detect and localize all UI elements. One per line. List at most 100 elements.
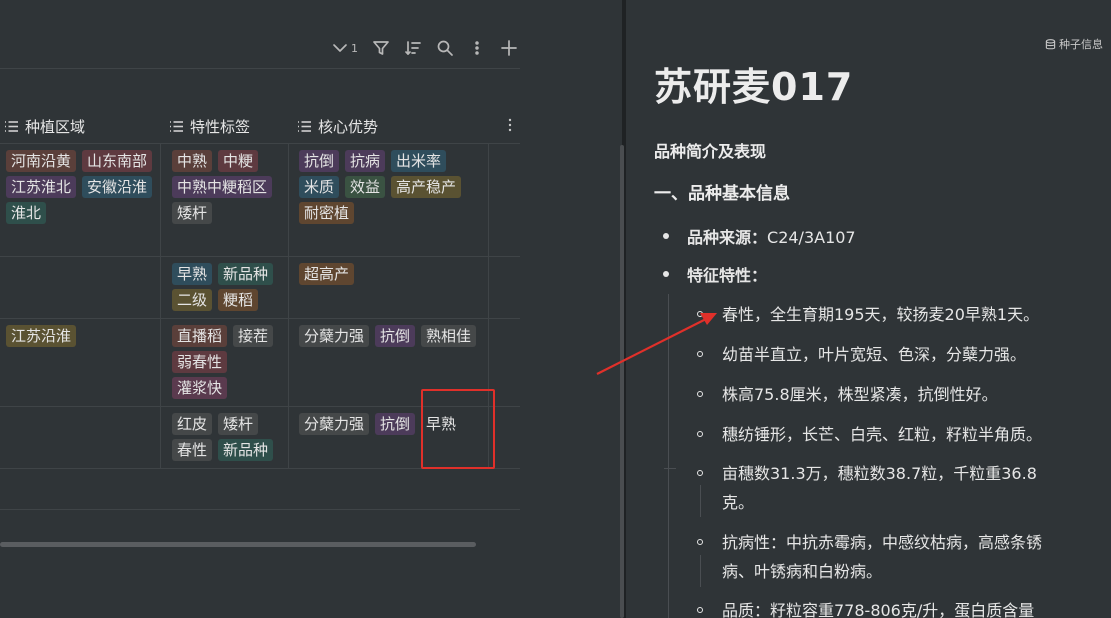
tag-chip: 直播稻 bbox=[172, 325, 228, 347]
tag-chip: 淮北 bbox=[6, 202, 47, 224]
seed-info-label: 种子信息 bbox=[1059, 38, 1103, 51]
tag-chip: 中熟 bbox=[172, 150, 213, 172]
tags-cell[interactable]: 直播稻 接茬 弱春性 灌浆快 bbox=[172, 325, 284, 399]
vertical-scrollbar[interactable] bbox=[620, 145, 624, 618]
column-label: 核心优势 bbox=[318, 117, 379, 136]
seed-info-button[interactable]: 种子信息 bbox=[1045, 36, 1103, 52]
table-footer-divider bbox=[0, 509, 520, 510]
tag-chip: 效益 bbox=[345, 176, 386, 198]
trait-line: 亩穗数31.3万，穗粒数38.7粒，千粒重36.8 bbox=[722, 464, 1037, 483]
trait-item: 春性，全生育期195天，较扬麦20早熟1天。 bbox=[722, 300, 1102, 329]
trait-line: 穗纺锤形，长芒、白壳、红粒，籽粒半角质。 bbox=[722, 425, 1043, 444]
indent-guide bbox=[700, 555, 701, 587]
trait-line: 抗病性：中抗赤霉病，中感纹枯病，高感条锈 bbox=[722, 533, 1043, 552]
tag-chip: 安徽沿淮 bbox=[82, 176, 153, 198]
bullet-ring bbox=[697, 311, 703, 317]
indent-guide-tick bbox=[664, 468, 676, 469]
search-button[interactable] bbox=[436, 36, 454, 60]
tag-chip: 抗倒 bbox=[299, 150, 340, 172]
section-heading: 一、品种基本信息 bbox=[654, 184, 790, 204]
bullet-ring bbox=[697, 607, 703, 613]
tags-cell[interactable]: 早熟 新品种 二级 粳稻 bbox=[172, 263, 284, 311]
column-divider bbox=[288, 143, 289, 468]
trait-line: 克。 bbox=[722, 493, 755, 512]
list-icon bbox=[5, 120, 18, 132]
tag-chip: 红皮 bbox=[172, 413, 213, 435]
tag-chip: 耐密植 bbox=[299, 202, 355, 224]
column-more-icon[interactable] bbox=[506, 117, 514, 133]
tag-chip: 超高产 bbox=[299, 263, 355, 285]
tag-chip: 抗倒 bbox=[375, 413, 416, 435]
column-label: 特性标签 bbox=[190, 117, 251, 136]
tag-chip: 抗倒 bbox=[375, 325, 416, 347]
traits-label: 特征特性： bbox=[687, 266, 768, 285]
tag-chip: 熟相佳 bbox=[421, 325, 477, 347]
bullet-ring bbox=[697, 470, 703, 476]
tag-chip: 分蘖力强 bbox=[299, 325, 370, 347]
tag-chip: 中熟中粳稻区 bbox=[172, 176, 273, 198]
horizontal-scrollbar[interactable] bbox=[0, 542, 476, 547]
trait-line: 株高75.8厘米，株型紧凑，抗倒性好。 bbox=[722, 385, 998, 404]
tag-chip: 新品种 bbox=[218, 439, 274, 461]
database-table-pane: 1 种植区域 特性标签 核心优势 河南沿黄山东南部 江苏淮北 安徽沿淮 淮北 中… bbox=[0, 0, 622, 618]
tag-chip: 弱春性 bbox=[172, 351, 228, 373]
trait-line: 春性，全生育期195天，较扬麦20早熟1天。 bbox=[722, 305, 1040, 324]
source-item: 品种来源：C24/3A107 bbox=[687, 224, 856, 248]
trait-item: 抗病性：中抗赤霉病，中感纹枯病，高感条锈 病、叶锈病和白粉病。 bbox=[722, 528, 1102, 586]
filter-button[interactable] bbox=[372, 36, 390, 60]
tag-chip: 春性 bbox=[172, 439, 213, 461]
trait-line: 病、叶锈病和白粉病。 bbox=[722, 562, 883, 581]
column-divider bbox=[160, 143, 161, 468]
tag-chip: 高产稳产 bbox=[391, 176, 462, 198]
sort-button[interactable] bbox=[404, 36, 422, 60]
trait-line: 品质：籽粒容重778-806克/升，蛋白质含量 bbox=[722, 601, 1035, 618]
table-toolbar: 1 bbox=[331, 36, 518, 60]
tags-cell[interactable]: 中熟 中粳中熟中粳稻区 矮杆 bbox=[172, 150, 284, 224]
bullet-ring bbox=[697, 391, 703, 397]
add-row-button[interactable] bbox=[500, 36, 518, 60]
source-value: C24/3A107 bbox=[767, 228, 856, 247]
row-divider bbox=[0, 256, 520, 257]
more-options-button[interactable] bbox=[468, 36, 486, 60]
toolbar-divider bbox=[0, 68, 520, 69]
tag-chip: 矮杆 bbox=[172, 202, 213, 224]
trait-item: 幼苗半直立，叶片宽短、色深，分蘖力强。 bbox=[722, 340, 1102, 369]
row-divider bbox=[0, 318, 520, 319]
advantages-cell[interactable]: 分蘖力强 抗倒 熟相佳 bbox=[299, 325, 485, 347]
tag-chip: 中粳 bbox=[218, 150, 259, 172]
trait-item: 株高75.8厘米，株型紧凑，抗倒性好。 bbox=[722, 380, 1102, 409]
page-title: 苏研麦017 bbox=[654, 65, 854, 109]
tag-chip: 山东南部 bbox=[82, 150, 153, 172]
filter-icon bbox=[373, 41, 389, 55]
bullet-ring bbox=[697, 351, 703, 357]
plus-icon bbox=[501, 40, 517, 56]
region-cell[interactable]: 河南沿黄 山东南部 江苏淮北 安徽沿淮淮北 bbox=[6, 150, 156, 224]
list-icon bbox=[298, 120, 311, 132]
intro-heading: 品种简介及表现 bbox=[654, 142, 767, 161]
tag-chip: 粳稻 bbox=[218, 289, 259, 311]
bullet-ring bbox=[697, 431, 703, 437]
tag-chip: 出米率 bbox=[391, 150, 447, 172]
tag-chip: 分蘖力强 bbox=[299, 413, 370, 435]
column-header-tags[interactable]: 特性标签 bbox=[169, 115, 250, 137]
tag-chip: 江苏淮北 bbox=[6, 176, 77, 198]
column-header-advantages[interactable]: 核心优势 bbox=[297, 115, 378, 137]
trait-item: 亩穗数31.3万，穗粒数38.7粒，千粒重36.8 克。 bbox=[722, 459, 1102, 517]
sort-icon bbox=[405, 41, 421, 55]
document-pane: 种子信息 苏研麦017 品种简介及表现 一、品种基本信息 品种来源：C24/3A… bbox=[626, 0, 1111, 618]
region-cell[interactable]: 江苏沿淮 bbox=[6, 325, 156, 347]
advantages-cell[interactable]: 超高产 bbox=[299, 263, 485, 285]
tag-chip: 新品种 bbox=[218, 263, 274, 285]
tag-chip: 江苏沿淮 bbox=[6, 325, 77, 347]
view-switch-button[interactable]: 1 bbox=[331, 36, 358, 60]
advantages-cell[interactable]: 抗倒 抗病 出米率 米质 效益 高产稳产 耐密植 bbox=[299, 150, 485, 224]
tags-cell[interactable]: 红皮 矮杆 春性 新品种 bbox=[172, 413, 284, 461]
trait-item: 穗纺锤形，长芒、白壳、红粒，籽粒半角质。 bbox=[722, 420, 1102, 449]
bullet-ring bbox=[697, 539, 703, 545]
bullet-dot bbox=[663, 271, 669, 277]
source-label: 品种来源： bbox=[687, 228, 768, 247]
column-header-region[interactable]: 种植区域 bbox=[4, 115, 85, 137]
indent-guide bbox=[700, 485, 701, 517]
search-icon bbox=[437, 40, 453, 56]
tag-chip: 河南沿黄 bbox=[6, 150, 77, 172]
